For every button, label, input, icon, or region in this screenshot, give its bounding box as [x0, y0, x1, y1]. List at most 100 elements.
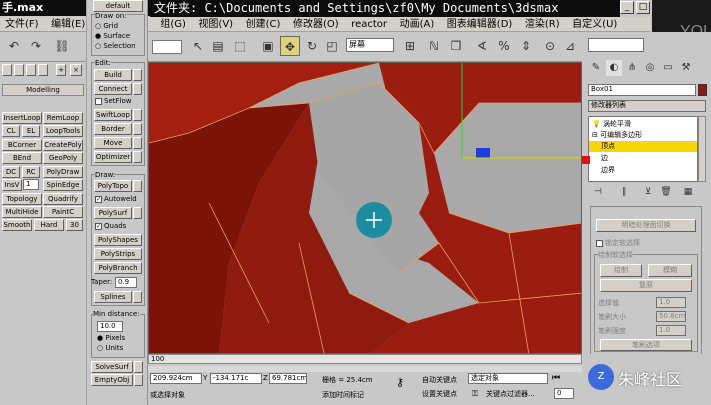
- quadrify-button[interactable]: Quadrify: [43, 193, 83, 205]
- brush-strength-field[interactable]: 1.0: [656, 325, 686, 336]
- cube-icon[interactable]: ❒: [446, 36, 466, 56]
- brush-options-button[interactable]: 笔刷选项: [600, 339, 692, 351]
- paint-button[interactable]: 绘制: [600, 264, 642, 277]
- selection-radio[interactable]: ○ Selection: [95, 42, 136, 50]
- window-crossing-icon[interactable]: ▣: [258, 36, 278, 56]
- link-icon[interactable]: ⛓: [52, 36, 72, 56]
- insertloop-button[interactable]: InsertLoop: [2, 112, 42, 124]
- smooth-button[interactable]: Smooth: [2, 219, 32, 231]
- blur-button[interactable]: 模糊: [648, 264, 692, 277]
- taper-field[interactable]: 0.9: [115, 277, 137, 288]
- paintc-button[interactable]: PaintC: [43, 206, 83, 218]
- object-color-swatch[interactable]: [698, 84, 707, 96]
- solvesurf-button[interactable]: SolveSurf: [91, 361, 133, 373]
- goto-start-icon[interactable]: ⏮: [552, 373, 560, 383]
- createpoly-button[interactable]: CreatePoly: [43, 139, 83, 151]
- geopoly-button[interactable]: GeoPoly: [43, 152, 83, 164]
- modify-tab-icon[interactable]: ◐: [606, 60, 622, 76]
- object-name-field[interactable]: Box01: [588, 84, 696, 96]
- track-bar[interactable]: [148, 366, 582, 372]
- pin-icon[interactable]: [2, 64, 12, 76]
- remloop-button[interactable]: RemLoop: [43, 112, 83, 124]
- default-button[interactable]: default: [93, 0, 143, 12]
- splines-button[interactable]: Splines: [94, 291, 132, 303]
- splines-options-button[interactable]: [133, 291, 142, 303]
- units-radio[interactable]: ○ Units: [97, 344, 123, 352]
- maximize-button[interactable]: □: [636, 1, 650, 14]
- motion-tab-icon[interactable]: ◎: [642, 60, 658, 76]
- spinner-snap-icon[interactable]: ⇕: [516, 36, 536, 56]
- connect-options-button[interactable]: [133, 83, 142, 95]
- dc-button[interactable]: DC: [2, 166, 20, 178]
- tool-icon-2[interactable]: [26, 64, 36, 76]
- polysurf-options-button[interactable]: [133, 207, 142, 219]
- menu-group[interactable]: 组(G): [155, 17, 191, 32]
- grid-radio[interactable]: ○ Grid: [95, 22, 118, 30]
- solvesurf-options-button[interactable]: [134, 361, 143, 373]
- tool-icon-1[interactable]: [14, 64, 24, 76]
- configure-sets-icon[interactable]: ▦: [680, 186, 696, 198]
- spinedge-button[interactable]: SpinEdge: [43, 179, 83, 191]
- percent-snap-icon[interactable]: %: [494, 36, 514, 56]
- make-unique-icon[interactable]: ⊻: [640, 186, 656, 198]
- snap-icon[interactable]: ℕ: [424, 36, 444, 56]
- rect-selection-icon[interactable]: ⬚: [230, 36, 250, 56]
- auto-key-button[interactable]: 自动关键点: [422, 375, 457, 385]
- polysurf-button[interactable]: PolySurf: [94, 207, 132, 219]
- brush-size-field[interactable]: 50.8cm: [656, 311, 686, 322]
- revert-button[interactable]: 复原: [600, 279, 692, 292]
- redo-icon[interactable]: ↷: [26, 36, 46, 56]
- create-tab-icon[interactable]: ✎: [588, 60, 604, 76]
- menu-rendering[interactable]: 渲染(R): [520, 17, 565, 32]
- swiftloop-button[interactable]: SwiftLoop: [94, 109, 132, 121]
- undo-icon[interactable]: ↶: [4, 36, 24, 56]
- hierarchy-tab-icon[interactable]: ⋔: [624, 60, 640, 76]
- angle-30-button[interactable]: 30: [66, 219, 83, 231]
- pin-stack-icon[interactable]: ⊣: [590, 186, 606, 198]
- menu-create[interactable]: 创建(C): [241, 17, 286, 32]
- shade-face-toggle-button[interactable]: 明暗处理面切换: [596, 219, 696, 232]
- menu-modifiers[interactable]: 修改器(O): [288, 17, 344, 32]
- bcorner-button[interactable]: BCorner: [2, 139, 42, 151]
- named-selection-field[interactable]: [588, 38, 644, 52]
- select-arrow-icon[interactable]: ↖: [188, 36, 208, 56]
- stack-item-turbosmooth[interactable]: 💡 涡轮平滑: [592, 119, 631, 129]
- reference-coord-dropdown[interactable]: 屏幕: [346, 38, 394, 52]
- selected-object-dropdown[interactable]: 选定对象: [468, 373, 548, 384]
- bend-button[interactable]: BEnd: [2, 152, 42, 164]
- surface-radio[interactable]: ● Surface: [95, 32, 130, 40]
- grid-icon[interactable]: [38, 64, 48, 76]
- menu-graph-editors[interactable]: 图表编辑器(D): [442, 17, 518, 32]
- menu-reactor[interactable]: reactor: [346, 17, 392, 32]
- angle-snap-icon[interactable]: ∢: [472, 36, 492, 56]
- optimizer-button[interactable]: Optimizer: [94, 151, 132, 163]
- rc-button[interactable]: RC: [22, 166, 40, 178]
- polytopo-options-button[interactable]: [133, 180, 142, 192]
- z-coordinate-field[interactable]: 69.781cm: [269, 373, 307, 384]
- pivot-icon[interactable]: ⊞: [400, 36, 420, 56]
- selection-value-field[interactable]: 1.0: [656, 297, 686, 308]
- modifier-list-dropdown[interactable]: 修改器列表: [588, 100, 706, 112]
- min-distance-field[interactable]: 10.0: [97, 321, 123, 332]
- menu-animation[interactable]: 动画(A): [395, 17, 440, 32]
- stack-item-vertex[interactable]: 顶点: [589, 141, 697, 152]
- build-button[interactable]: Build: [94, 69, 132, 81]
- named-selection-icon[interactable]: ⊙: [540, 36, 560, 56]
- menu-customize[interactable]: 自定义(U): [567, 17, 622, 32]
- menu-views[interactable]: 视图(V): [193, 17, 238, 32]
- selection-filter-dropdown[interactable]: [152, 40, 182, 54]
- stack-item-editable-poly[interactable]: ⊟ 可编辑多边形: [592, 130, 642, 140]
- rotate-tool-icon[interactable]: ↻: [302, 36, 322, 56]
- setflow-checkbox[interactable]: SetFlow: [95, 97, 131, 105]
- stack-item-border[interactable]: 边界: [601, 165, 615, 175]
- key-filters-button[interactable]: 关键点过滤器...: [486, 389, 535, 399]
- polytopo-button[interactable]: PolyTopo: [94, 180, 132, 192]
- perspective-viewport[interactable]: [148, 62, 582, 354]
- multihide-button[interactable]: MultiHide: [2, 206, 42, 218]
- mirror-icon[interactable]: ⊿: [560, 36, 580, 56]
- build-options-button[interactable]: [133, 69, 142, 81]
- quads-checkbox[interactable]: ✓ Quads: [95, 222, 126, 230]
- topology-button[interactable]: Topology: [2, 193, 42, 205]
- frame-field[interactable]: 0: [554, 388, 574, 399]
- add-icon[interactable]: +: [56, 64, 66, 76]
